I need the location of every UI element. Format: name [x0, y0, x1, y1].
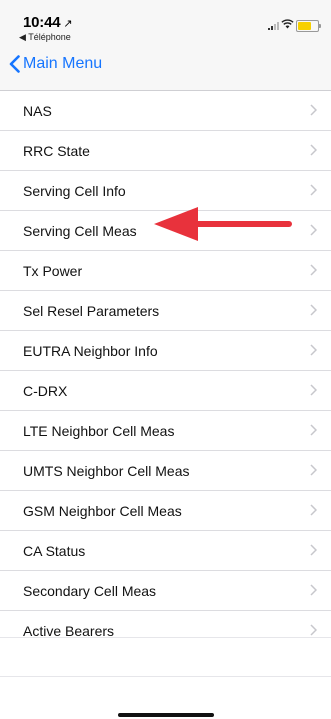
menu-item-c-drx[interactable]: C-DRX [0, 371, 331, 411]
chevron-right-icon [310, 384, 317, 396]
menu-item-label: C-DRX [23, 382, 68, 399]
navigation-bar: Main Menu [0, 42, 331, 91]
wifi-icon [281, 19, 294, 29]
menu-item-label: Serving Cell Meas [23, 222, 137, 239]
menu-item-label: Secondary Cell Meas [23, 582, 157, 599]
menu-item-nas[interactable]: NAS [0, 91, 331, 131]
chevron-right-icon [310, 464, 317, 476]
divider [0, 637, 331, 638]
home-indicator[interactable] [118, 713, 214, 717]
menu-item-label: CA Status [23, 542, 86, 559]
menu-item-serving-cell-meas[interactable]: Serving Cell Meas [0, 211, 331, 251]
chevron-right-icon [310, 304, 317, 316]
chevron-right-icon [310, 344, 317, 356]
menu-item-label: EUTRA Neighbor Info [23, 342, 158, 359]
back-button-label: Main Menu [23, 55, 103, 72]
empty-list-area [0, 637, 331, 719]
main-menu-back-button[interactable]: Main Menu [9, 55, 102, 73]
menu-item-lte-neighbor-cell-meas[interactable]: LTE Neighbor Cell Meas [0, 411, 331, 451]
menu-item-rrc-state[interactable]: RRC State [0, 131, 331, 171]
menu-item-serving-cell-info[interactable]: Serving Cell Info [0, 171, 331, 211]
menu-item-umts-neighbor-cell-meas[interactable]: UMTS Neighbor Cell Meas [0, 451, 331, 491]
menu-item-label: LTE Neighbor Cell Meas [23, 422, 175, 439]
chevron-left-icon [9, 55, 20, 73]
menu-item-label: UMTS Neighbor Cell Meas [23, 462, 190, 479]
status-time: 10:44 ↗ [23, 14, 73, 31]
battery-icon [296, 20, 321, 32]
chevron-right-icon [310, 184, 317, 196]
menu-item-gsm-neighbor-cell-meas[interactable]: GSM Neighbor Cell Meas [0, 491, 331, 531]
menu-item-label: GSM Neighbor Cell Meas [23, 502, 182, 519]
time-text: 10:44 [23, 14, 61, 31]
menu-item-ca-status[interactable]: CA Status [0, 531, 331, 571]
divider [0, 676, 331, 677]
chevron-right-icon [310, 144, 317, 156]
menu-item-label: Tx Power [23, 262, 83, 279]
chevron-right-icon [310, 264, 317, 276]
cellular-signal-icon [268, 22, 279, 30]
menu-item-label: NAS [23, 102, 52, 119]
menu-item-sel-resel-parameters[interactable]: Sel Resel Parameters [0, 291, 331, 331]
chevron-right-icon [310, 624, 317, 636]
chevron-right-icon [310, 424, 317, 436]
menu-list: NAS RRC State Serving Cell Info Serving … [0, 91, 331, 650]
chevron-right-icon [310, 224, 317, 236]
menu-item-secondary-cell-meas[interactable]: Secondary Cell Meas [0, 571, 331, 611]
chevron-right-icon [310, 504, 317, 516]
menu-item-label: Serving Cell Info [23, 182, 126, 199]
menu-item-label: Sel Resel Parameters [23, 302, 160, 319]
chevron-right-icon [310, 104, 317, 116]
menu-item-label: RRC State [23, 142, 90, 159]
status-bar: 10:44 ↗ ◀ Téléphone [0, 0, 331, 42]
chevron-right-icon [310, 584, 317, 596]
menu-item-tx-power[interactable]: Tx Power [0, 251, 331, 291]
location-icon: ↗ [63, 18, 73, 30]
menu-item-eutra-neighbor-info[interactable]: EUTRA Neighbor Info [0, 331, 331, 371]
chevron-right-icon [310, 544, 317, 556]
